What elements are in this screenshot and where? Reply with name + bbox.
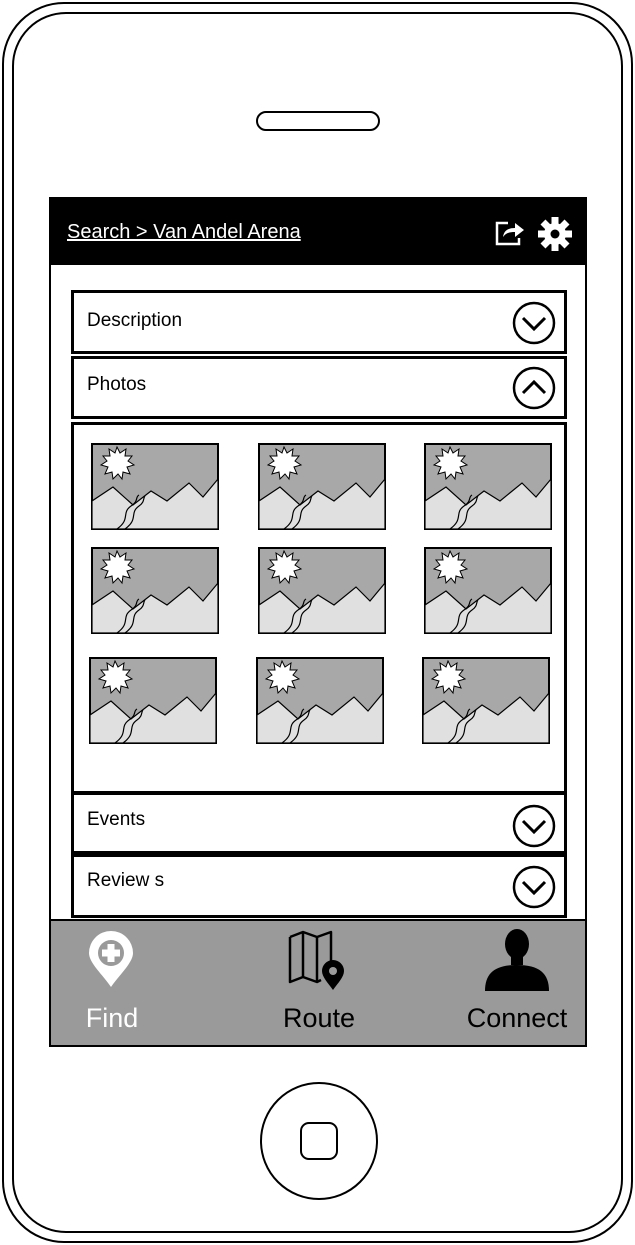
share-icon[interactable] [494, 219, 526, 247]
top-bar: Search > Van Andel Arena [51, 199, 585, 265]
tab-route[interactable]: Route [251, 921, 387, 1045]
chevron-up-icon[interactable] [512, 366, 556, 410]
map-route-icon [288, 930, 344, 990]
map-pin-plus-icon [89, 931, 133, 987]
reviews-label: Review s [87, 870, 165, 891]
home-square-icon [300, 1122, 338, 1160]
photo-thumbnail[interactable] [258, 443, 386, 530]
tab-find[interactable]: Find [51, 921, 173, 1045]
photo-thumbnail[interactable] [91, 547, 219, 634]
bottom-tab-bar: Find Route Connect [51, 919, 585, 1045]
person-icon [485, 929, 549, 991]
photos-label: Photos [87, 374, 147, 395]
description-label: Description [87, 310, 183, 331]
chevron-down-icon[interactable] [512, 804, 556, 848]
tab-find-label: Find [85, 1003, 139, 1033]
events-section[interactable]: Events [71, 792, 567, 854]
tab-connect[interactable]: Connect [449, 921, 585, 1045]
photo-gallery [71, 422, 567, 794]
chevron-down-icon[interactable] [512, 301, 556, 345]
photo-thumbnail[interactable] [424, 547, 552, 634]
description-section[interactable]: Description [71, 290, 567, 354]
reviews-section[interactable]: Review s [71, 854, 567, 918]
photos-section[interactable]: Photos [71, 356, 567, 419]
photo-thumbnail[interactable] [258, 547, 386, 634]
events-label: Events [87, 809, 146, 830]
photo-thumbnail[interactable] [89, 657, 217, 744]
breadcrumb[interactable]: Search > Van Andel Arena [67, 221, 301, 244]
speaker-slot [256, 111, 380, 131]
gear-icon[interactable] [537, 216, 573, 252]
chevron-down-icon[interactable] [512, 865, 556, 909]
photo-thumbnail[interactable] [424, 443, 552, 530]
photo-thumbnail[interactable] [422, 657, 550, 744]
photo-thumbnail[interactable] [91, 443, 219, 530]
tab-connect-label: Connect [466, 1003, 568, 1033]
app-screen: Search > Van Andel Arena Description Pho… [49, 197, 587, 1047]
tab-route-label: Route [282, 1003, 356, 1033]
home-button[interactable] [260, 1082, 378, 1200]
photo-thumbnail[interactable] [256, 657, 384, 744]
